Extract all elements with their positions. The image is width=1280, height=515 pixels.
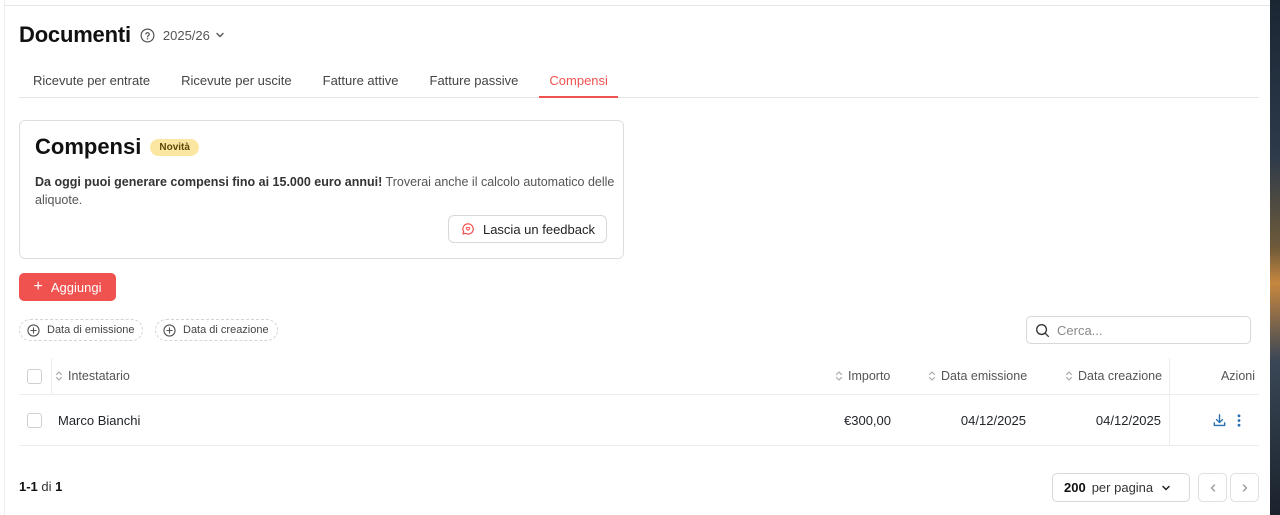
search-icon bbox=[1036, 323, 1050, 337]
chevron-down-icon bbox=[216, 32, 224, 38]
year-selector[interactable]: 2025/26 bbox=[163, 28, 225, 43]
select-all-checkbox[interactable] bbox=[27, 368, 42, 384]
cell-importo: €300,00 bbox=[844, 412, 891, 428]
previous-page-button[interactable] bbox=[1198, 473, 1227, 502]
feedback-icon bbox=[462, 223, 474, 235]
per-page-label: per pagina bbox=[1091, 480, 1154, 495]
compensi-table: Intestatario Importo Data emissione Data… bbox=[19, 358, 1259, 446]
tab-ricevute-uscite[interactable]: Ricevute per uscite bbox=[181, 64, 292, 97]
pagination-range: 1-1 bbox=[19, 479, 38, 494]
column-label: Data emissione bbox=[941, 369, 1028, 383]
per-page-value: 200 bbox=[1064, 480, 1086, 495]
search-box bbox=[1026, 316, 1251, 344]
pagination-of: di bbox=[41, 479, 52, 494]
new-badge: Novità bbox=[150, 138, 199, 156]
add-button[interactable]: + Aggiungi bbox=[19, 273, 116, 301]
actions-cell bbox=[1212, 395, 1242, 445]
help-circle-icon[interactable] bbox=[140, 28, 155, 43]
column-header-azioni: Azioni bbox=[1220, 369, 1255, 383]
per-page-select[interactable]: 200 per pagina bbox=[1052, 473, 1190, 502]
add-circle-icon bbox=[163, 323, 176, 337]
download-icon[interactable] bbox=[1212, 413, 1227, 428]
add-button-label: Aggiungi bbox=[50, 279, 102, 295]
cell-data-creazione: 04/12/2025 bbox=[1095, 412, 1161, 428]
column-header-data-creazione[interactable]: Data creazione bbox=[1065, 358, 1162, 394]
table-header: Intestatario Importo Data emissione Data… bbox=[19, 358, 1259, 395]
column-divider bbox=[1169, 395, 1170, 445]
cell-data-emissione: 04/12/2025 bbox=[960, 412, 1026, 428]
row-select-cell bbox=[27, 395, 42, 445]
cell-intestatario: Marco Bianchi bbox=[58, 412, 141, 428]
background-wallpaper-edge bbox=[1270, 0, 1280, 515]
tab-fatture-attive[interactable]: Fatture attive bbox=[323, 64, 399, 97]
pagination-total: 1 bbox=[55, 479, 63, 494]
feedback-button-label: Lascia un feedback bbox=[482, 221, 595, 237]
card-title: Compensi bbox=[35, 134, 142, 159]
sort-icon bbox=[835, 370, 843, 382]
page-title: Documenti bbox=[19, 22, 131, 47]
column-header-data-emissione[interactable]: Data emissione bbox=[928, 358, 1027, 394]
page-header: Documenti 2025/26 bbox=[19, 22, 225, 48]
column-label: Importo bbox=[848, 369, 891, 383]
document-tabs: Ricevute per entrate Ricevute per uscite… bbox=[19, 64, 1259, 98]
card-description-bold: Da oggi puoi generare compensi fino ai 1… bbox=[35, 175, 383, 189]
card-header: Compensi Novità bbox=[35, 134, 199, 160]
chevron-right-icon bbox=[1242, 483, 1247, 492]
table-row[interactable]: Marco Bianchi €300,00 04/12/2025 04/12/2… bbox=[19, 395, 1259, 446]
year-value: 2025/26 bbox=[162, 27, 210, 43]
filter-label: Data di creazione bbox=[183, 324, 269, 336]
top-border bbox=[4, 5, 1270, 6]
column-divider bbox=[51, 358, 52, 394]
feedback-button[interactable]: Lascia un feedback bbox=[447, 215, 607, 243]
column-divider bbox=[1169, 358, 1170, 394]
tab-fatture-passive[interactable]: Fatture passive bbox=[430, 64, 519, 97]
row-checkbox[interactable] bbox=[27, 412, 42, 428]
column-header-importo[interactable]: Importo bbox=[835, 358, 890, 394]
filter-data-emissione[interactable]: Data di emissione bbox=[19, 319, 144, 341]
select-all-cell bbox=[27, 358, 42, 394]
column-label: Data creazione bbox=[1078, 369, 1163, 383]
chevron-down-icon bbox=[1162, 485, 1170, 490]
filter-data-creazione[interactable]: Data di creazione bbox=[155, 319, 278, 341]
plus-icon: + bbox=[33, 278, 43, 295]
sort-icon bbox=[928, 370, 936, 382]
left-border bbox=[4, 0, 5, 515]
next-page-button[interactable] bbox=[1230, 473, 1259, 502]
sort-icon bbox=[1065, 370, 1073, 382]
tab-ricevute-entrate[interactable]: Ricevute per entrate bbox=[33, 64, 150, 97]
pagination-count: 1-1 di 1 bbox=[19, 479, 62, 494]
add-circle-icon bbox=[27, 323, 40, 337]
card-description: Da oggi puoi generare compensi fino ai 1… bbox=[35, 173, 615, 209]
column-header-intestatario[interactable]: Intestatario bbox=[55, 358, 130, 394]
compensi-info-card: Compensi Novità Da oggi puoi generare co… bbox=[19, 120, 624, 259]
chevron-left-icon bbox=[1210, 483, 1215, 492]
search-input[interactable] bbox=[1057, 322, 1237, 338]
sort-icon bbox=[55, 370, 63, 382]
column-label: Intestatario bbox=[68, 369, 130, 383]
filter-label: Data di emissione bbox=[47, 324, 135, 336]
tab-compensi[interactable]: Compensi bbox=[539, 64, 618, 98]
more-vertical-icon[interactable] bbox=[1236, 413, 1242, 428]
